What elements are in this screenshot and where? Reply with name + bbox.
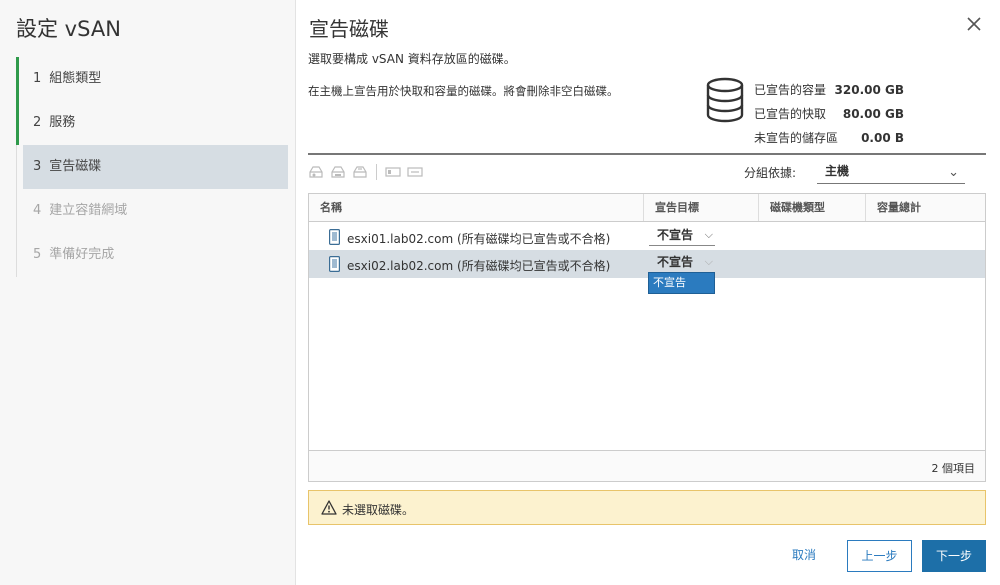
page-description: 在主機上宣告用於快取和容量的磁碟。將會刪除非空白磁碟。: [308, 84, 619, 98]
database-icon: [706, 77, 744, 123]
host-name: esxi01.lab02.com (所有磁碟均已宣告或不合格): [347, 232, 611, 246]
group-by-value: 主機: [825, 164, 850, 178]
grid-header: 名稱 宣告目標 磁碟機類型 容量總計: [309, 194, 985, 222]
capacity-summary: 已宣告的容量 320.00 GB 已宣告的快取 80.00 GB 未宣告的儲存區…: [754, 80, 904, 152]
step-label: 宣告磁碟: [49, 159, 102, 174]
disk-info-icon[interactable]: [385, 165, 401, 179]
summary-label: 未宣告的儲存區: [754, 131, 839, 145]
wizard-step-services[interactable]: 2 服務: [16, 101, 288, 145]
warning-icon: [321, 500, 337, 515]
chevron-down-icon: ⌵: [704, 228, 713, 241]
host-icon: [329, 229, 340, 245]
summary-label: 已宣告的容量: [754, 83, 827, 97]
chevron-down-icon: ⌵: [704, 255, 713, 268]
unclaim-disk-icon[interactable]: [352, 165, 368, 179]
wizard-step-claim-disks[interactable]: 3 宣告磁碟: [23, 145, 288, 189]
claim-for-select[interactable]: 不宣告 ⌵: [649, 253, 715, 273]
host-name: esxi02.lab02.com (所有磁碟均已宣告或不合格): [347, 259, 611, 273]
disk-locate-icon[interactable]: [407, 165, 423, 179]
cancel-button[interactable]: 取消: [776, 540, 832, 572]
step-number: 2: [33, 115, 42, 130]
page-title: 宣告磁碟: [309, 17, 389, 41]
step-number: 3: [33, 159, 42, 174]
step-number: 5: [33, 247, 42, 262]
summary-value: 320.00 GB: [834, 83, 904, 97]
step-number: 1: [33, 71, 42, 86]
summary-unclaimed-storage: 未宣告的儲存區 0.00 B: [754, 128, 904, 152]
table-row[interactable]: esxi01.lab02.com (所有磁碟均已宣告或不合格) 不宣告 ⌵: [309, 223, 985, 251]
warning-banner: 未選取磁碟。: [308, 490, 986, 525]
grid-footer: 2 個項目: [309, 450, 985, 481]
wizard-sidebar: 設定 vSAN 1 組態類型 2 服務 3 宣告磁碟 4 建立容錯網域 5 準備好完成: [0, 0, 296, 585]
claim-dropdown-option[interactable]: 不宣告: [648, 272, 715, 294]
step-label: 服務: [49, 115, 76, 130]
summary-value: 80.00 GB: [842, 107, 904, 121]
group-by-label: 分組依據:: [744, 166, 797, 180]
claim-cache-icon[interactable]: [308, 165, 324, 179]
wizard-step-config-type[interactable]: 1 組態類型: [16, 57, 288, 101]
claim-capacity-icon[interactable]: [330, 165, 346, 179]
step-number: 4: [33, 203, 42, 218]
group-by-select[interactable]: 主機 ⌄: [817, 160, 965, 184]
column-header-drive-type[interactable]: 磁碟機類型: [759, 194, 866, 221]
claim-for-value: 不宣告: [657, 255, 694, 269]
disk-grid: 名稱 宣告目標 磁碟機類型 容量總計 esxi01.lab02.com (所有磁…: [308, 193, 986, 482]
column-header-name[interactable]: 名稱: [309, 194, 644, 221]
table-row-selected[interactable]: esxi02.lab02.com (所有磁碟均已宣告或不合格) 不宣告 ⌵: [309, 250, 985, 278]
chevron-down-icon: ⌄: [948, 165, 959, 180]
wizard-step-fault-domains: 4 建立容錯網域: [17, 189, 288, 233]
next-button[interactable]: 下一步: [922, 540, 986, 572]
wizard-steps: 1 組態類型 2 服務 3 宣告磁碟 4 建立容錯網域 5 準備好完成: [16, 57, 288, 277]
main-panel: 宣告磁碟 選取要構成 vSAN 資料存放區的磁碟。 在主機上宣告用於快取和容量的…: [296, 0, 1000, 585]
warning-text: 未選取磁碟。: [342, 503, 415, 517]
item-count: 2 個項目: [931, 462, 976, 475]
summary-claimed-capacity: 已宣告的容量 320.00 GB: [754, 80, 904, 104]
page-subtitle: 選取要構成 vSAN 資料存放區的磁碟。: [308, 52, 516, 66]
column-header-total-capacity[interactable]: 容量總計: [866, 194, 985, 221]
host-icon: [329, 256, 340, 272]
disk-toolbar: [308, 162, 423, 182]
step-label: 建立容錯網域: [49, 203, 128, 218]
close-icon[interactable]: [964, 14, 984, 34]
claim-for-value: 不宣告: [657, 228, 694, 242]
summary-claimed-cache: 已宣告的快取 80.00 GB: [754, 104, 904, 128]
back-button[interactable]: 上一步: [847, 540, 912, 572]
step-label: 組態類型: [49, 71, 102, 86]
step-label: 準備好完成: [49, 247, 115, 262]
column-header-claim-for[interactable]: 宣告目標: [644, 194, 759, 221]
summary-value: 0.00 B: [861, 131, 904, 145]
summary-label: 已宣告的快取: [754, 107, 827, 121]
wizard-step-ready: 5 準備好完成: [17, 233, 288, 277]
claim-for-select[interactable]: 不宣告 ⌵: [649, 226, 715, 246]
wizard-title: 設定 vSAN: [16, 17, 121, 41]
section-divider: [308, 153, 986, 155]
toolbar-separator: [376, 164, 377, 180]
